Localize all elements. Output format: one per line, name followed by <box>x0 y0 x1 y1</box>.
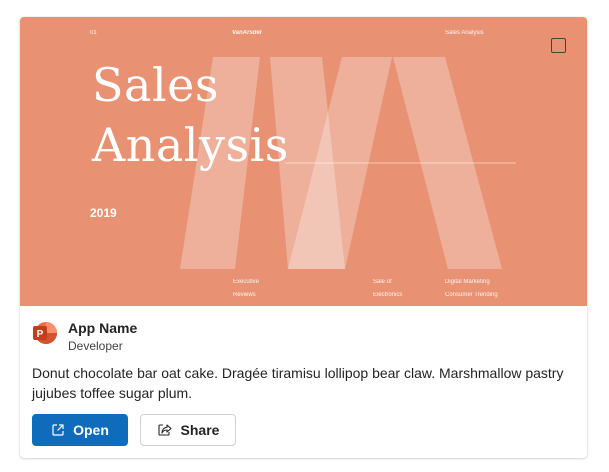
open-button[interactable]: Open <box>32 414 128 446</box>
slide-footer-col1-line2: Reviews <box>233 292 256 298</box>
slide-page-number: 01 <box>90 30 97 36</box>
slide-year: 2019 <box>90 206 117 220</box>
slide-title-line1: Sales <box>92 58 219 112</box>
app-name: App Name <box>68 320 138 336</box>
slide-header-right: Sales Analysis <box>445 30 484 36</box>
slide-footer-col2-line1: Sale of <box>373 279 392 285</box>
slide-footer-col2-line2: Electronics <box>373 292 403 298</box>
open-external-icon <box>52 424 64 436</box>
slide-title-line2: Analysis <box>92 118 289 172</box>
slide-title: Sales Analysis <box>92 55 289 175</box>
app-card[interactable]: 01 VanArsdel Sales Analysis Sales Analys… <box>20 17 587 458</box>
developer-name: Developer <box>68 339 123 353</box>
slide-brand: VanArsdel <box>232 30 262 36</box>
svg-text:P: P <box>37 329 44 340</box>
slide-footer-col3-line2: Consumer Trending <box>445 292 498 298</box>
slide-footer-col3-line1: Digital Marketing <box>445 279 490 285</box>
powerpoint-icon: P <box>33 322 57 344</box>
open-button-label: Open <box>73 422 109 438</box>
app-description: Donut chocolate bar oat cake. Dragée tir… <box>32 365 564 401</box>
select-checkbox[interactable] <box>551 38 566 53</box>
share-icon <box>157 424 172 436</box>
share-button[interactable]: Share <box>140 414 236 446</box>
slide-footer-col1-line1: Executive <box>233 279 260 285</box>
app-info: P App Name Developer Donut chocolate bar… <box>20 306 587 458</box>
share-button-label: Share <box>180 422 220 438</box>
slide-preview: 01 VanArsdel Sales Analysis Sales Analys… <box>20 17 587 306</box>
